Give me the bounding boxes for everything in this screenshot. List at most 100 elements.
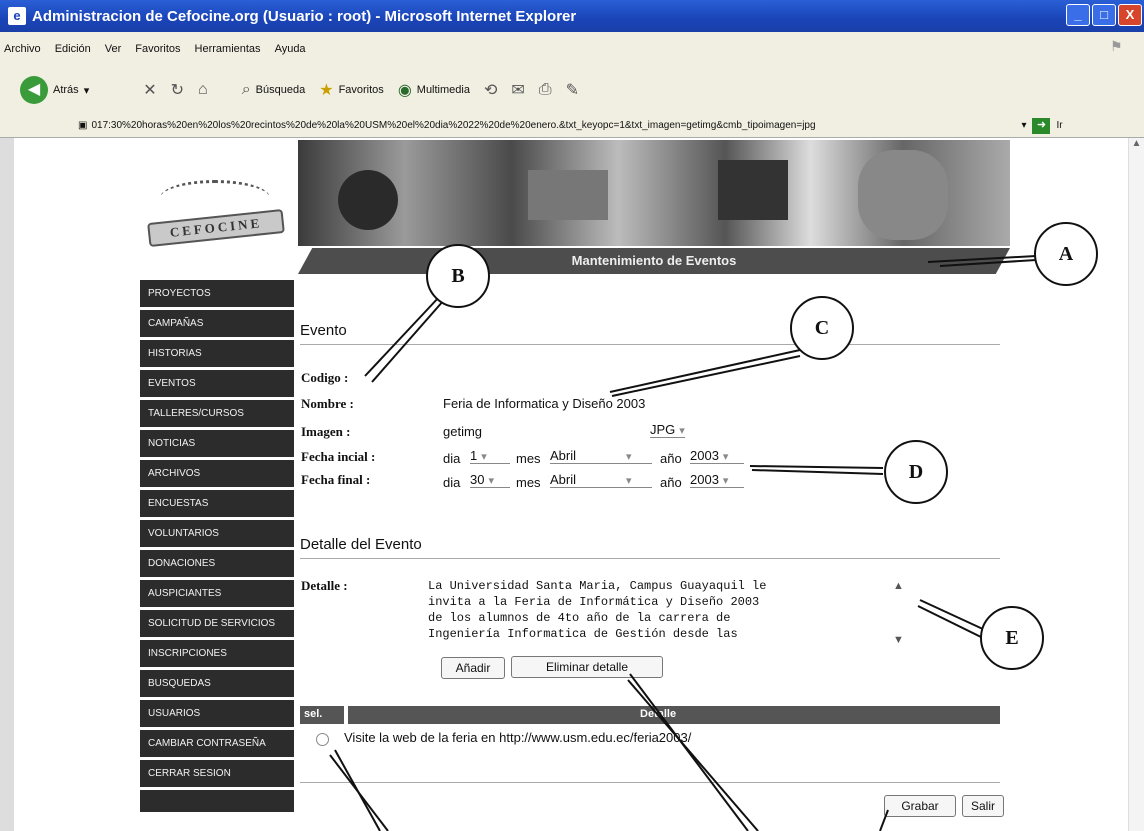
chevron-down-icon: ▾ xyxy=(626,451,632,463)
refresh-icon[interactable]: ↻ xyxy=(171,80,184,100)
address-dropdown-icon[interactable]: ▾ xyxy=(1021,120,1026,131)
browser-toolbar: ◀ Atrás ▾ ✕ ↻ ⌂ ⌕ Búsqueda ★ Favoritos ◉… xyxy=(0,66,1144,114)
back-arrow-icon: ◀ xyxy=(20,76,48,104)
maximize-button[interactable]: □ xyxy=(1092,4,1116,26)
callout-a: A xyxy=(1034,222,1098,286)
anio-inicio-value: 2003 xyxy=(690,448,719,463)
fecha-inicial-label: Fecha incial : xyxy=(301,449,376,464)
anio-fin-value: 2003 xyxy=(690,472,719,487)
chevron-down-icon: ▾ xyxy=(488,475,494,487)
textarea-scroll-up-icon[interactable]: ▲ xyxy=(893,580,904,592)
sidebar-item-noticias[interactable]: NOTICIAS xyxy=(140,430,294,457)
anio-label: año xyxy=(660,475,682,490)
mail-icon[interactable]: ✉ xyxy=(511,80,524,100)
sidebar-item-inscripciones[interactable]: INSCRIPCIONES xyxy=(140,640,294,667)
stop-icon[interactable]: ✕ xyxy=(143,80,156,100)
edit-icon[interactable]: ✎ xyxy=(566,80,579,100)
mes-label: mes xyxy=(516,451,541,466)
scroll-up-icon[interactable]: ▲ xyxy=(1129,138,1144,149)
detalle-label: Detalle : xyxy=(301,578,348,593)
save-button[interactable]: Grabar xyxy=(884,795,956,817)
sidebar-item-solicitud[interactable]: SOLICITUD DE SERVICIOS xyxy=(140,610,294,637)
table-divider xyxy=(300,782,1000,783)
menu-favoritos[interactable]: Favoritos xyxy=(135,43,180,55)
history-icon[interactable]: ⟲ xyxy=(484,80,497,100)
sidebar-item-archivos[interactable]: ARCHIVOS xyxy=(140,460,294,487)
dia-fin-value: 30 xyxy=(470,472,485,487)
sidebar-item-auspiciantes[interactable]: AUSPICIANTES xyxy=(140,580,294,607)
favorites-label: Favoritos xyxy=(338,84,384,96)
exit-button[interactable]: Salir xyxy=(962,795,1004,817)
dia-fin-select[interactable]: 30 ▾ xyxy=(470,472,510,488)
menu-ver[interactable]: Ver xyxy=(105,43,122,55)
mes-inicio-select[interactable]: Abril ▾ xyxy=(550,448,652,464)
menu-edicion[interactable]: Edición xyxy=(55,43,91,55)
mes-fin-select[interactable]: Abril ▾ xyxy=(550,472,652,488)
callout-d: D xyxy=(884,440,948,504)
row-select-radio[interactable] xyxy=(316,733,329,746)
page-title: Mantenimiento de Eventos xyxy=(298,248,1010,274)
menu-bar: Archivo Edición Ver Favoritos Herramient… xyxy=(0,32,1144,66)
imagen-field[interactable]: getimg xyxy=(443,424,482,439)
delete-detail-button[interactable]: Eliminar detalle xyxy=(511,656,663,678)
imagen-type-select[interactable]: JPG ▾ xyxy=(650,422,685,438)
sidebar-item-donaciones[interactable]: DONACIONES xyxy=(140,550,294,577)
detalle-section-title: Detalle del Evento xyxy=(300,536,422,553)
detail-table-header: sel. Detalle xyxy=(300,706,1000,724)
detalle-textarea[interactable]: La Universidad Santa Maria, Campus Guaya… xyxy=(428,578,878,642)
sidebar-item-busquedas[interactable]: BUSQUEDAS xyxy=(140,670,294,697)
search-button[interactable]: ⌕ Búsqueda xyxy=(242,81,306,99)
window-titlebar: e Administracion de Cefocine.org (Usuari… xyxy=(0,0,1144,32)
textarea-scroll-down-icon[interactable]: ▼ xyxy=(893,634,904,646)
close-button[interactable]: X xyxy=(1118,4,1142,26)
multimedia-label: Multimedia xyxy=(416,84,470,96)
multimedia-button[interactable]: ◉ Multimedia xyxy=(398,80,470,100)
header-divider xyxy=(344,706,348,724)
nombre-field[interactable]: Feria de Informatica y Diseño 2003 xyxy=(443,396,645,411)
sidebar-nav: PROYECTOS CAMPAÑAS HISTORIAS EVENTOS TAL… xyxy=(140,280,294,812)
sidebar-footer xyxy=(140,790,294,812)
sidebar-item-historias[interactable]: HISTORIAS xyxy=(140,340,294,367)
home-icon[interactable]: ⌂ xyxy=(198,81,208,99)
go-arrow-icon[interactable]: ➜ xyxy=(1032,117,1051,134)
dia-label: dia xyxy=(443,475,461,490)
cefocine-logo: CEFOCINE xyxy=(140,180,290,250)
window-title: Administracion de Cefocine.org (Usuario … xyxy=(32,7,577,25)
add-detail-button[interactable]: Añadir xyxy=(441,657,505,679)
search-icon: ⌕ xyxy=(241,81,251,98)
sidebar-item-usuarios[interactable]: USUARIOS xyxy=(140,700,294,727)
col-detalle-header: Detalle xyxy=(640,708,677,720)
detalle-divider xyxy=(300,558,1000,559)
sidebar-item-encuestas[interactable]: ENCUESTAS xyxy=(140,490,294,517)
mes-inicio-value: Abril xyxy=(550,448,577,463)
chevron-down-icon: ▾ xyxy=(626,475,632,487)
go-label[interactable]: Ir xyxy=(1056,120,1062,131)
star-icon: ★ xyxy=(319,82,334,99)
menu-herramientas[interactable]: Herramientas xyxy=(195,43,261,55)
sidebar-item-cambiar-contrasena[interactable]: CAMBIAR CONTRASEÑA xyxy=(140,730,294,757)
imagen-label: Imagen : xyxy=(301,424,351,439)
address-input[interactable]: 017:30%20horas%20en%20los%20recintos%20d… xyxy=(91,120,1021,131)
callout-b: B xyxy=(426,244,490,308)
dia-label: dia xyxy=(443,451,461,466)
dia-inicio-select[interactable]: 1 ▾ xyxy=(470,448,510,464)
anio-inicio-select[interactable]: 2003 ▾ xyxy=(690,448,744,464)
ie-icon: e xyxy=(8,7,26,25)
fecha-final-label: Fecha final : xyxy=(301,472,371,487)
vertical-scrollbar[interactable]: ▲ xyxy=(1128,138,1144,831)
minimize-button[interactable]: _ xyxy=(1066,4,1090,26)
menu-ayuda[interactable]: Ayuda xyxy=(275,43,306,55)
sidebar-item-talleres[interactable]: TALLERES/CURSOS xyxy=(140,400,294,427)
sidebar-item-campanas[interactable]: CAMPAÑAS xyxy=(140,310,294,337)
back-button[interactable]: ◀ Atrás ▾ xyxy=(20,76,89,104)
menu-archivo[interactable]: Archivo xyxy=(4,43,41,55)
windows-flag-icon: ⚑ xyxy=(1110,38,1123,54)
sidebar-item-voluntarios[interactable]: VOLUNTARIOS xyxy=(140,520,294,547)
favorites-button[interactable]: ★ Favoritos xyxy=(319,80,384,100)
multimedia-icon: ◉ xyxy=(397,82,412,99)
anio-fin-select[interactable]: 2003 ▾ xyxy=(690,472,744,488)
sidebar-item-cerrar-sesion[interactable]: CERRAR SESION xyxy=(140,760,294,787)
sidebar-item-eventos[interactable]: EVENTOS xyxy=(140,370,294,397)
sidebar-item-proyectos[interactable]: PROYECTOS xyxy=(140,280,294,307)
print-icon[interactable]: ⎙ xyxy=(539,81,552,99)
